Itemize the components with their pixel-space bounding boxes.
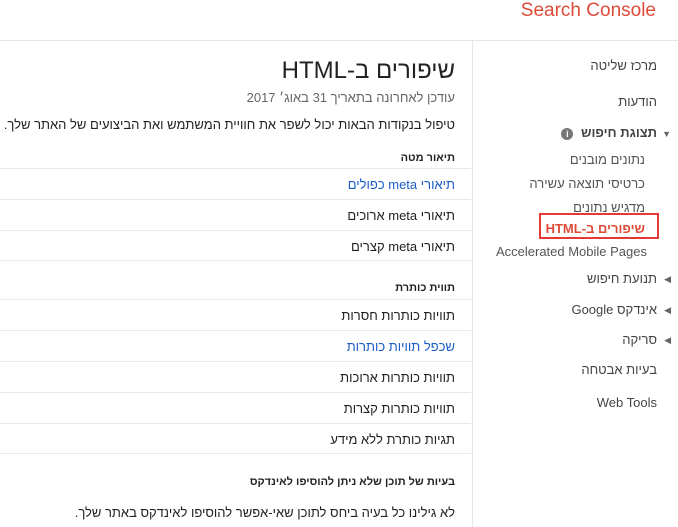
- table-row[interactable]: תיאורי meta כפולים: [0, 168, 471, 199]
- table-row: תגיות כותרת ללא מידע: [0, 423, 471, 454]
- sidebar-item-security-issues[interactable]: בעיות אבטחה: [581, 362, 657, 377]
- triangle-left-icon[interactable]: ◀: [664, 274, 671, 285]
- table-row[interactable]: שכפל תוויות כותרות: [0, 330, 471, 361]
- sidebar: מרכז שליטה הודעות ▼ תצוגת חיפוש i נתונים…: [472, 41, 678, 527]
- table-row: תיאורי meta קצרים: [0, 230, 471, 261]
- sidebar-item-crawl[interactable]: סריקה: [622, 332, 657, 347]
- sidebar-item-label: תצוגת חיפוש: [581, 125, 657, 140]
- sidebar-item-rich-cards[interactable]: כרטיסי תוצאה עשירה: [529, 176, 645, 191]
- section-heading-meta: תיאור מטה: [400, 152, 455, 164]
- nonindexable-status: לא גילינו כל בעיה ביחס לתוכן שאי-אפשר לה…: [74, 505, 455, 520]
- triangle-left-icon[interactable]: ◀: [664, 335, 671, 346]
- sidebar-item-google-index[interactable]: אינדקס Google: [571, 302, 657, 317]
- app-brand: Search Console: [520, 0, 656, 21]
- info-icon[interactable]: i: [561, 127, 574, 140]
- sidebar-item-amp[interactable]: Accelerated Mobile Pages: [496, 244, 647, 259]
- main-content: שיפורים ב-HTML עודכן לאחרונה בתאריך 31 ב…: [0, 41, 471, 527]
- sidebar-item-messages[interactable]: הודעות: [618, 94, 657, 109]
- last-updated: עודכן לאחרונה בתאריך 31 באוג׳ 2017: [246, 90, 455, 105]
- intro-text: טיפול בנקודות הבאות יכול לשפר את חוויית …: [3, 117, 455, 132]
- section-heading-nonindexable: בעיות של תוכן שלא ניתן להוסיפו לאינדקס: [249, 476, 455, 488]
- sidebar-item-web-tools[interactable]: Web Tools: [597, 395, 657, 410]
- sidebar-item-structured-data[interactable]: נתונים מובנים: [570, 152, 645, 167]
- table-row: תוויות כותרות קצרות: [0, 392, 471, 423]
- sidebar-item-html-improvements[interactable]: שיפורים ב-HTML: [546, 221, 645, 236]
- sidebar-item-search-traffic[interactable]: תנועת חיפוש: [587, 271, 657, 286]
- sidebar-item-dashboard[interactable]: מרכז שליטה: [590, 58, 657, 73]
- table-row: תיאורי meta ארוכים: [0, 199, 471, 230]
- table-row: תוויות כותרות חסרות: [0, 299, 471, 330]
- triangle-down-icon[interactable]: ▼: [662, 129, 671, 139]
- table-row: תוויות כותרות ארוכות: [0, 361, 471, 392]
- sidebar-item-search-appearance[interactable]: תצוגת חיפוש i: [561, 125, 657, 140]
- page-title: שיפורים ב-HTML: [281, 57, 455, 84]
- section-heading-title: תווית כותרת: [395, 282, 455, 294]
- triangle-left-icon[interactable]: ◀: [664, 305, 671, 316]
